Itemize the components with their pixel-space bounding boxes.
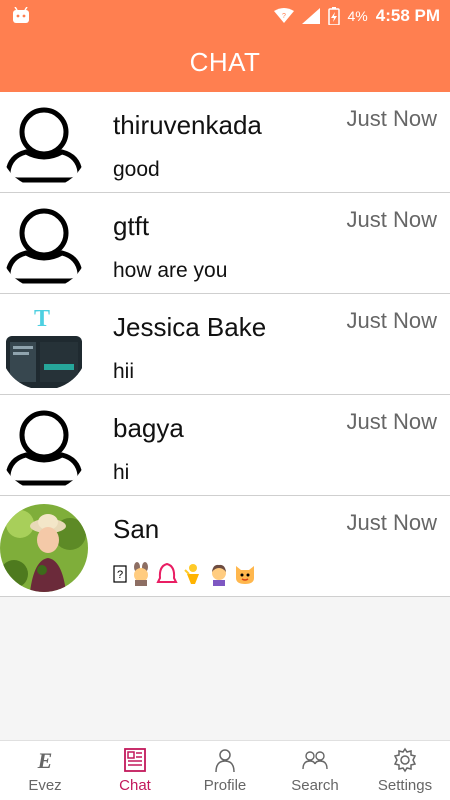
bottom-nav: E Evez Chat Profile Search Settings — [0, 740, 450, 800]
chat-row-bagya[interactable]: bagya Just Now hi — [0, 395, 450, 496]
battery-charging-icon — [327, 7, 340, 25]
message-time: Just Now — [346, 510, 437, 535]
message-time: Just Now — [346, 106, 437, 131]
android-icon — [13, 7, 29, 23]
gear-icon — [393, 747, 417, 773]
contact-name: bagya — [113, 413, 184, 443]
unknown-glyph-icon: ? — [113, 565, 127, 583]
nav-item-settings[interactable]: Settings — [360, 741, 450, 800]
message-time: Just Now — [346, 207, 437, 232]
chat-row-gtft[interactable]: gtft Just Now how are you — [0, 193, 450, 294]
signal-icon — [301, 8, 320, 24]
contact-name: Jessica Bake — [113, 312, 267, 342]
svg-text:E: E — [37, 748, 53, 773]
nav-label: Chat — [119, 777, 151, 794]
last-message: good — [113, 158, 160, 181]
chat-row-san[interactable]: San Just Now ? — [0, 496, 450, 597]
last-message: hi — [113, 461, 130, 484]
svg-text:?: ? — [282, 13, 286, 20]
svg-text:T: T — [34, 306, 50, 332]
default-person-icon — [5, 107, 83, 183]
nav-item-profile[interactable]: Profile — [180, 741, 270, 800]
status-bar: ? 4% 4:58 PM — [0, 0, 450, 32]
chat-row-thiruvenkada[interactable]: thiruvenkada Just Now good — [0, 92, 450, 193]
clock: 4:58 PM — [375, 6, 440, 25]
app-screenshot-photo: T — [0, 302, 88, 390]
page-title: CHAT — [189, 46, 261, 77]
app-bar: CHAT — [0, 32, 450, 92]
nav-label: Profile — [203, 777, 247, 794]
nav-label: Search — [291, 777, 339, 794]
nav-label: Evez — [28, 777, 62, 794]
person-icon — [215, 749, 235, 773]
last-message: how are you — [113, 259, 228, 282]
evez-logo-icon: E — [37, 748, 53, 773]
nav-item-evez[interactable]: E Evez — [0, 741, 90, 800]
girl-photo — [0, 504, 88, 592]
nav-item-chat[interactable]: Chat — [90, 741, 180, 800]
contact-name: San — [113, 514, 160, 544]
message-time: Just Now — [346, 409, 437, 434]
message-time: Just Now — [346, 308, 437, 333]
bunny-emoji-icon — [134, 562, 148, 586]
girl-emoji-icon — [212, 564, 226, 586]
svg-text:?: ? — [117, 569, 123, 581]
people-icon — [302, 751, 328, 770]
nav-label: Settings — [377, 777, 433, 794]
default-person-icon — [5, 410, 83, 486]
nav-item-search[interactable]: Search — [270, 741, 360, 800]
contact-name: gtft — [113, 211, 150, 241]
newspaper-icon — [124, 748, 146, 772]
cat-emoji-icon — [236, 566, 254, 584]
bell-emoji-icon — [156, 562, 178, 583]
chat-list: thiruvenkada Just Now good gtft Just Now… — [0, 92, 450, 597]
dancer-emoji-icon — [184, 564, 199, 584]
last-message-emojis: ? — [113, 562, 257, 586]
chat-row-jessica-bake[interactable]: T Jessica Bake Just Now hii — [0, 294, 450, 395]
last-message: hii — [113, 360, 135, 383]
wifi-icon: ? — [273, 8, 294, 23]
contact-name: thiruvenkada — [113, 110, 262, 140]
default-person-icon — [5, 208, 83, 284]
battery-percent: 4% — [347, 8, 368, 24]
